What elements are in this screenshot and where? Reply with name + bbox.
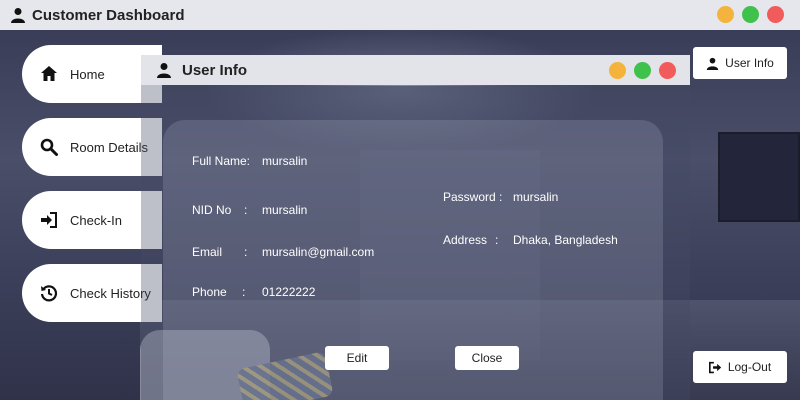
minimize-button[interactable] bbox=[609, 62, 626, 79]
user-icon bbox=[157, 63, 171, 78]
sidebar-item-label: Room Details bbox=[70, 139, 149, 155]
full-name-label: Full Name: bbox=[192, 154, 251, 168]
user-icon bbox=[11, 8, 25, 23]
sign-out-icon bbox=[708, 361, 721, 373]
nid-colon: : bbox=[244, 203, 248, 217]
window-controls bbox=[717, 6, 784, 23]
sidebar-item-label: Check-In bbox=[70, 212, 123, 228]
history-icon bbox=[40, 285, 58, 302]
email-value: mursalin@gmail.com bbox=[262, 245, 375, 259]
sidebar-item-label: Check History bbox=[70, 285, 151, 301]
sign-in-icon bbox=[41, 212, 57, 228]
full-name-value: mursalin bbox=[262, 154, 308, 168]
user-info-title: User Info bbox=[182, 61, 248, 79]
email-colon: : bbox=[244, 245, 248, 259]
home-icon bbox=[41, 66, 57, 81]
maximize-button[interactable] bbox=[742, 6, 759, 23]
nid-value: mursalin bbox=[262, 203, 308, 217]
phone-label: Phone bbox=[192, 285, 227, 299]
edit-button[interactable]: Edit bbox=[325, 346, 389, 370]
email-label: Email bbox=[192, 245, 223, 259]
user-info-titlebar: User Info bbox=[141, 55, 690, 85]
password-value: mursalin bbox=[513, 190, 559, 204]
window-titlebar: Customer Dashboard bbox=[0, 0, 800, 30]
window-title: Customer Dashboard bbox=[32, 6, 185, 24]
sidebar-item-label: Home bbox=[70, 66, 105, 82]
user-info-button[interactable]: User Info bbox=[693, 47, 787, 79]
close-dialog-button[interactable]: Close bbox=[455, 346, 519, 370]
address-colon: : bbox=[495, 233, 499, 247]
minimize-button[interactable] bbox=[717, 6, 734, 23]
phone-value: 01222222 bbox=[262, 285, 316, 299]
phone-colon: : bbox=[242, 285, 246, 299]
nid-label: NID No bbox=[192, 203, 232, 217]
close-button[interactable] bbox=[767, 6, 784, 23]
user-icon bbox=[706, 57, 719, 70]
address-value: Dhaka, Bangladesh bbox=[513, 233, 618, 247]
user-info-window-controls bbox=[609, 62, 676, 79]
close-button[interactable] bbox=[659, 62, 676, 79]
address-label: Address bbox=[443, 233, 488, 247]
user-info-button-label: User Info bbox=[725, 56, 774, 70]
maximize-button[interactable] bbox=[634, 62, 651, 79]
logout-button[interactable]: Log-Out bbox=[693, 351, 787, 383]
password-label: Password : bbox=[443, 190, 503, 204]
search-icon bbox=[40, 138, 58, 156]
logout-button-label: Log-Out bbox=[727, 360, 772, 374]
